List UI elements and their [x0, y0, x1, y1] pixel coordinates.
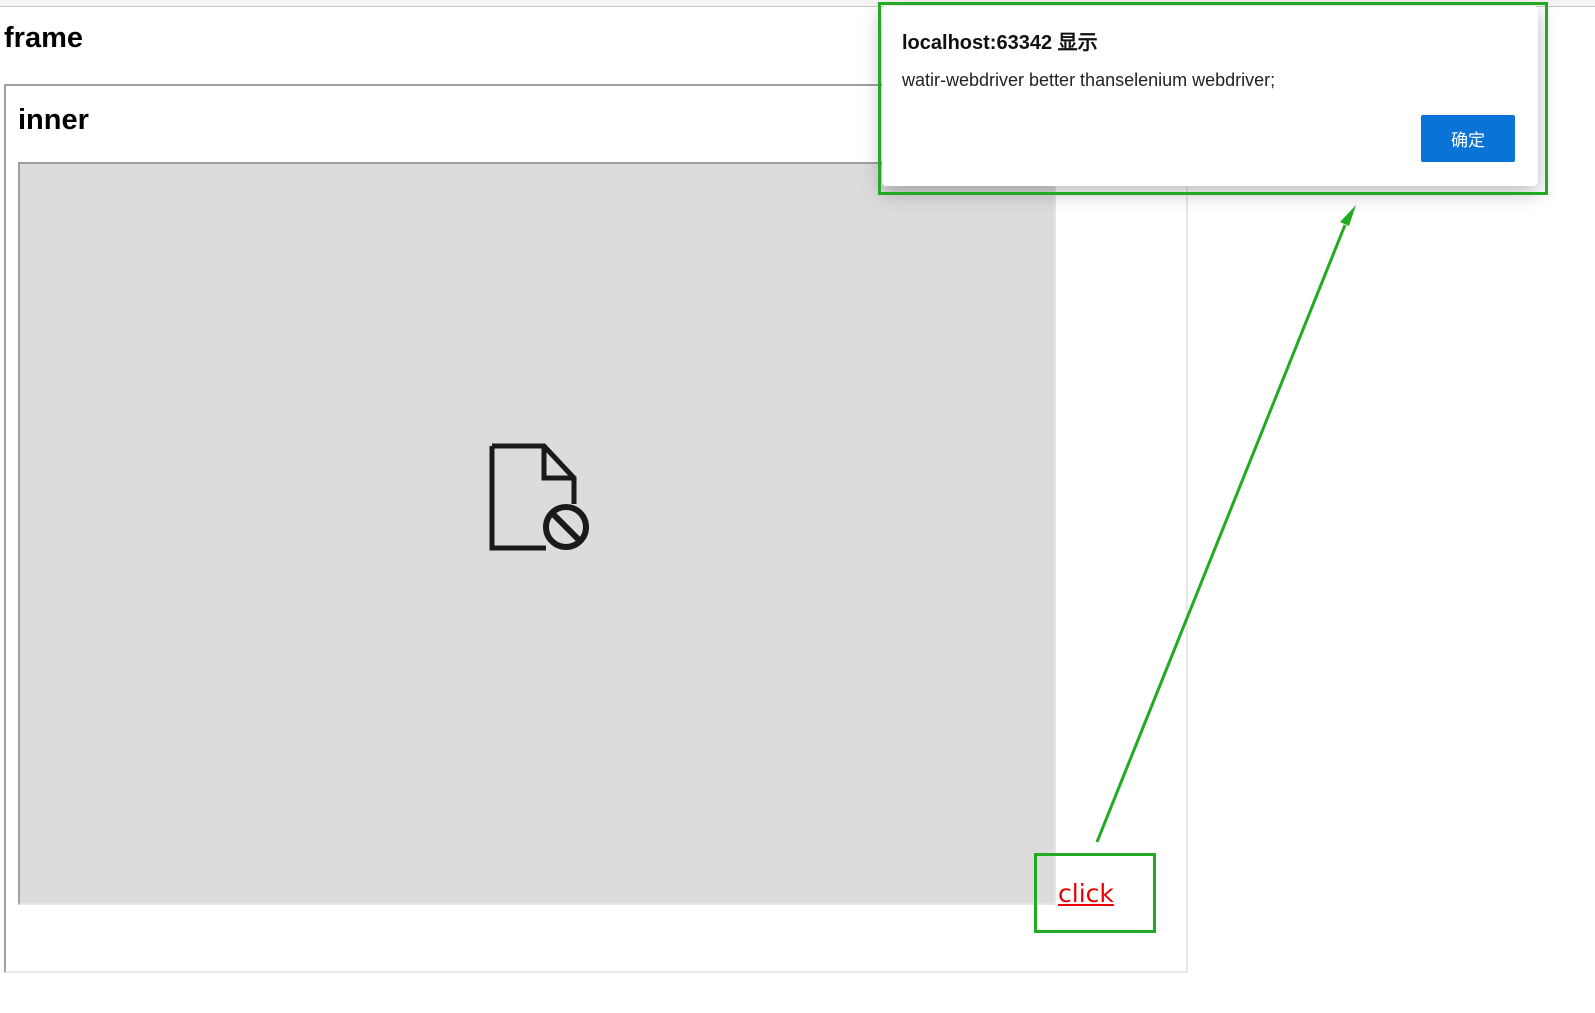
- inner-iframe: [18, 162, 1056, 905]
- page-title: frame: [4, 22, 83, 54]
- link-highlight-box: [1034, 853, 1156, 933]
- dialog-highlight-box: [878, 2, 1548, 195]
- inner-title: inner: [18, 104, 89, 136]
- outer-iframe: inner: [4, 84, 1188, 973]
- arrow-head: [1340, 205, 1356, 226]
- blocked-file-icon: [489, 443, 589, 551]
